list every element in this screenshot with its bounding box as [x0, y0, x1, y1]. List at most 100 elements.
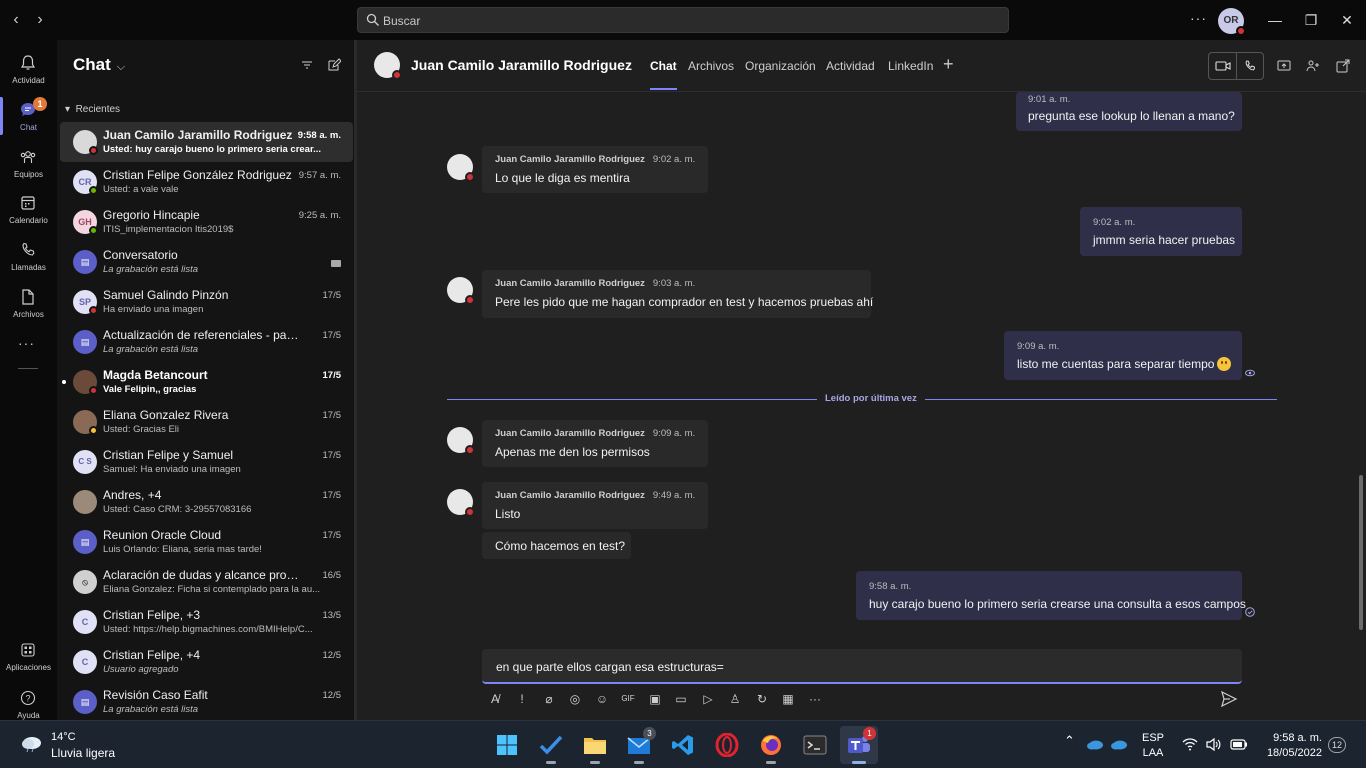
terminal-app[interactable] — [796, 726, 834, 764]
forward-arrow-icon[interactable]: › — [33, 12, 47, 28]
more-options-icon[interactable]: ··· — [1190, 10, 1207, 26]
gif-icon[interactable]: GIF — [620, 691, 636, 707]
opera-app[interactable] — [708, 726, 746, 764]
add-people-icon[interactable] — [1306, 59, 1320, 73]
rail-item-archivos[interactable]: Archivos — [0, 280, 57, 326]
tab-chat[interactable]: Chat — [650, 59, 677, 90]
chat-item[interactable]: GH Gregorio Hincapie 9:25 a. m. ITIS_imp… — [60, 202, 353, 242]
weather-description[interactable]: Lluvia ligera — [51, 746, 115, 760]
rail-item-equipos[interactable]: Equipos — [0, 140, 57, 186]
firefox-app[interactable] — [752, 726, 790, 764]
chat-item[interactable]: C Cristian Felipe, +3 13/5 Usted: https:… — [60, 602, 353, 642]
battery-icon[interactable] — [1230, 739, 1248, 750]
sticker-icon[interactable]: ▣ — [647, 691, 663, 707]
section-recientes[interactable]: ▾ Recientes — [65, 104, 120, 115]
teams-app[interactable]: 1 — [840, 726, 878, 764]
rail-item-chat[interactable]: 1 Chat — [0, 93, 57, 139]
audio-call-icon[interactable] — [1243, 59, 1257, 73]
contact-avatar[interactable] — [374, 52, 402, 80]
notification-count[interactable]: 12 — [1328, 737, 1346, 753]
chat-list-title[interactable]: Chat ⌵ — [73, 55, 125, 75]
add-tab-icon[interactable]: + — [943, 54, 954, 75]
wifi-icon[interactable] — [1182, 738, 1198, 751]
pop-out-icon[interactable] — [1336, 59, 1350, 73]
send-icon[interactable] — [1220, 690, 1238, 708]
profile-avatar[interactable]: OR — [1218, 8, 1246, 36]
chat-item[interactable]: ⦸ Aclaración de dudas y alcance propues.… — [60, 562, 353, 602]
message-outgoing[interactable]: 9:09 a. m. listo me cuentas para separar… — [1004, 331, 1242, 380]
message-outgoing[interactable]: 9:58 a. m. huy carajo bueno lo primero s… — [856, 571, 1246, 620]
chat-item[interactable]: CR Cristian Felipe González Rodriguez 9:… — [60, 162, 353, 202]
language-indicator[interactable]: ESP LAA — [1141, 731, 1165, 761]
stream-icon[interactable]: ▷ — [700, 691, 716, 707]
start-button[interactable] — [488, 726, 526, 764]
message-compose-input[interactable]: en que parte ellos cargan esa estructura… — [482, 649, 1242, 684]
more-apps-icon[interactable]: ··· — [18, 335, 35, 351]
important-icon[interactable]: ! — [514, 691, 530, 707]
weather-temperature[interactable]: 14°C — [51, 731, 76, 743]
chat-item[interactable]: C S Cristian Felipe y Samuel 17/5 Samuel… — [60, 442, 353, 482]
running-indicator — [546, 761, 556, 764]
emoji-icon[interactable]: ☺ — [594, 691, 610, 707]
tab-actividad[interactable]: Actividad — [826, 59, 875, 73]
rail-item-calendario[interactable]: Calendario — [0, 186, 57, 232]
sender-avatar[interactable] — [447, 427, 475, 455]
message-incoming[interactable]: Juan Camilo Jaramillo Rodriguez 9:09 a. m… — [482, 420, 708, 467]
mail-app[interactable]: 3 — [620, 726, 658, 764]
apps-in-compose-icon[interactable]: ▦ — [780, 691, 796, 707]
close-icon[interactable]: ✕ — [1337, 10, 1357, 30]
cloud-rain-icon[interactable] — [20, 734, 44, 752]
link-icon[interactable]: ◎ — [567, 691, 583, 707]
more-compose-icon[interactable]: ··· — [807, 691, 823, 707]
message-incoming[interactable]: Juan Camilo Jaramillo Rodriguez 9:03 a. m… — [482, 270, 873, 318]
loop-icon[interactable]: ↻ — [754, 691, 770, 707]
tab-linkedin[interactable]: LinkedIn — [888, 59, 933, 73]
rail-item-actividad[interactable]: Actividad — [0, 46, 57, 92]
onedrive-icon[interactable] — [1086, 738, 1104, 750]
rail-item-aplicaciones[interactable]: Aplicaciones — [0, 633, 57, 679]
praise-icon[interactable]: ♙ — [727, 691, 743, 707]
chevron-up-icon[interactable]: ⌃ — [1064, 733, 1075, 749]
message-incoming[interactable]: Juan Camilo Jaramillo Rodriguez 9:49 a. m… — [482, 482, 708, 529]
rail-item-llamadas[interactable]: Llamadas — [0, 233, 57, 279]
maximize-icon[interactable]: ❐ — [1301, 10, 1321, 30]
format-icon[interactable]: A̸ — [487, 691, 503, 707]
todo-app[interactable] — [532, 726, 570, 764]
filter-icon[interactable] — [300, 58, 314, 72]
onedrive-business-icon[interactable] — [1110, 738, 1128, 750]
chat-item[interactable]: Eliana Gonzalez Rivera 17/5 Usted: Graci… — [60, 402, 353, 442]
chat-item[interactable]: SP Samuel Galindo Pinzón 17/5 Ha enviado… — [60, 282, 353, 322]
chat-item[interactable]: C Cristian Felipe, +4 12/5 Usuario agreg… — [60, 642, 353, 682]
system-clock[interactable]: 9:58 a. m. 18/05/2022 — [1258, 731, 1322, 761]
chat-item-time: 13/5 — [322, 610, 342, 621]
message-incoming[interactable]: Cómo hacemos en test? — [482, 532, 631, 559]
sender-avatar[interactable] — [447, 489, 475, 517]
message-outgoing[interactable]: 9:01 a. m. pregunta ese lookup lo llenan… — [1016, 92, 1242, 131]
file-explorer-app[interactable] — [576, 726, 614, 764]
volume-icon[interactable] — [1206, 738, 1222, 751]
share-screen-icon[interactable] — [1277, 59, 1291, 73]
chat-item[interactable]: ▤ Revisión Caso Eafit 12/5 La grabación … — [60, 682, 353, 722]
message-incoming[interactable]: Juan Camilo Jaramillo Rodriguez 9:02 a. m… — [482, 146, 708, 193]
chat-item[interactable]: ▤ Actualización de referenciales - paso … — [60, 322, 353, 362]
chat-item[interactable]: ▤ Reunion Oracle Cloud 17/5 Luis Orlando… — [60, 522, 353, 562]
chat-item[interactable]: Magda Betancourt 17/5 Vale Felipin,, gra… — [60, 362, 353, 402]
tab-archivos[interactable]: Archivos — [688, 59, 734, 73]
chat-item[interactable]: ▤ Conversatorio La grabación está lista — [60, 242, 353, 282]
chat-item[interactable]: Juan Camilo Jaramillo Rodriguez 9:58 a. … — [60, 122, 353, 162]
message-outgoing[interactable]: 9:02 a. m. jmmm seria hacer pruebas — [1080, 207, 1242, 256]
sender-avatar[interactable] — [447, 277, 475, 305]
meet-now-icon[interactable]: ▭ — [673, 691, 689, 707]
calendar-icon — [21, 196, 35, 210]
sender-avatar[interactable] — [447, 154, 475, 182]
minimize-icon[interactable]: — — [1265, 10, 1285, 30]
tab-organizacion[interactable]: Organización — [745, 59, 816, 73]
vscode-app[interactable] — [664, 726, 702, 764]
conversation-scrollbar[interactable] — [1359, 475, 1363, 630]
search-input[interactable]: Buscar — [357, 7, 1009, 33]
chat-item[interactable]: Andres, +4 17/5 Usted: Caso CRM: 3-29557… — [60, 482, 353, 522]
video-call-icon[interactable] — [1215, 59, 1231, 73]
attach-icon[interactable]: ⌀ — [541, 691, 557, 707]
back-arrow-icon[interactable]: ‹ — [9, 12, 23, 28]
new-chat-icon[interactable] — [327, 58, 341, 72]
